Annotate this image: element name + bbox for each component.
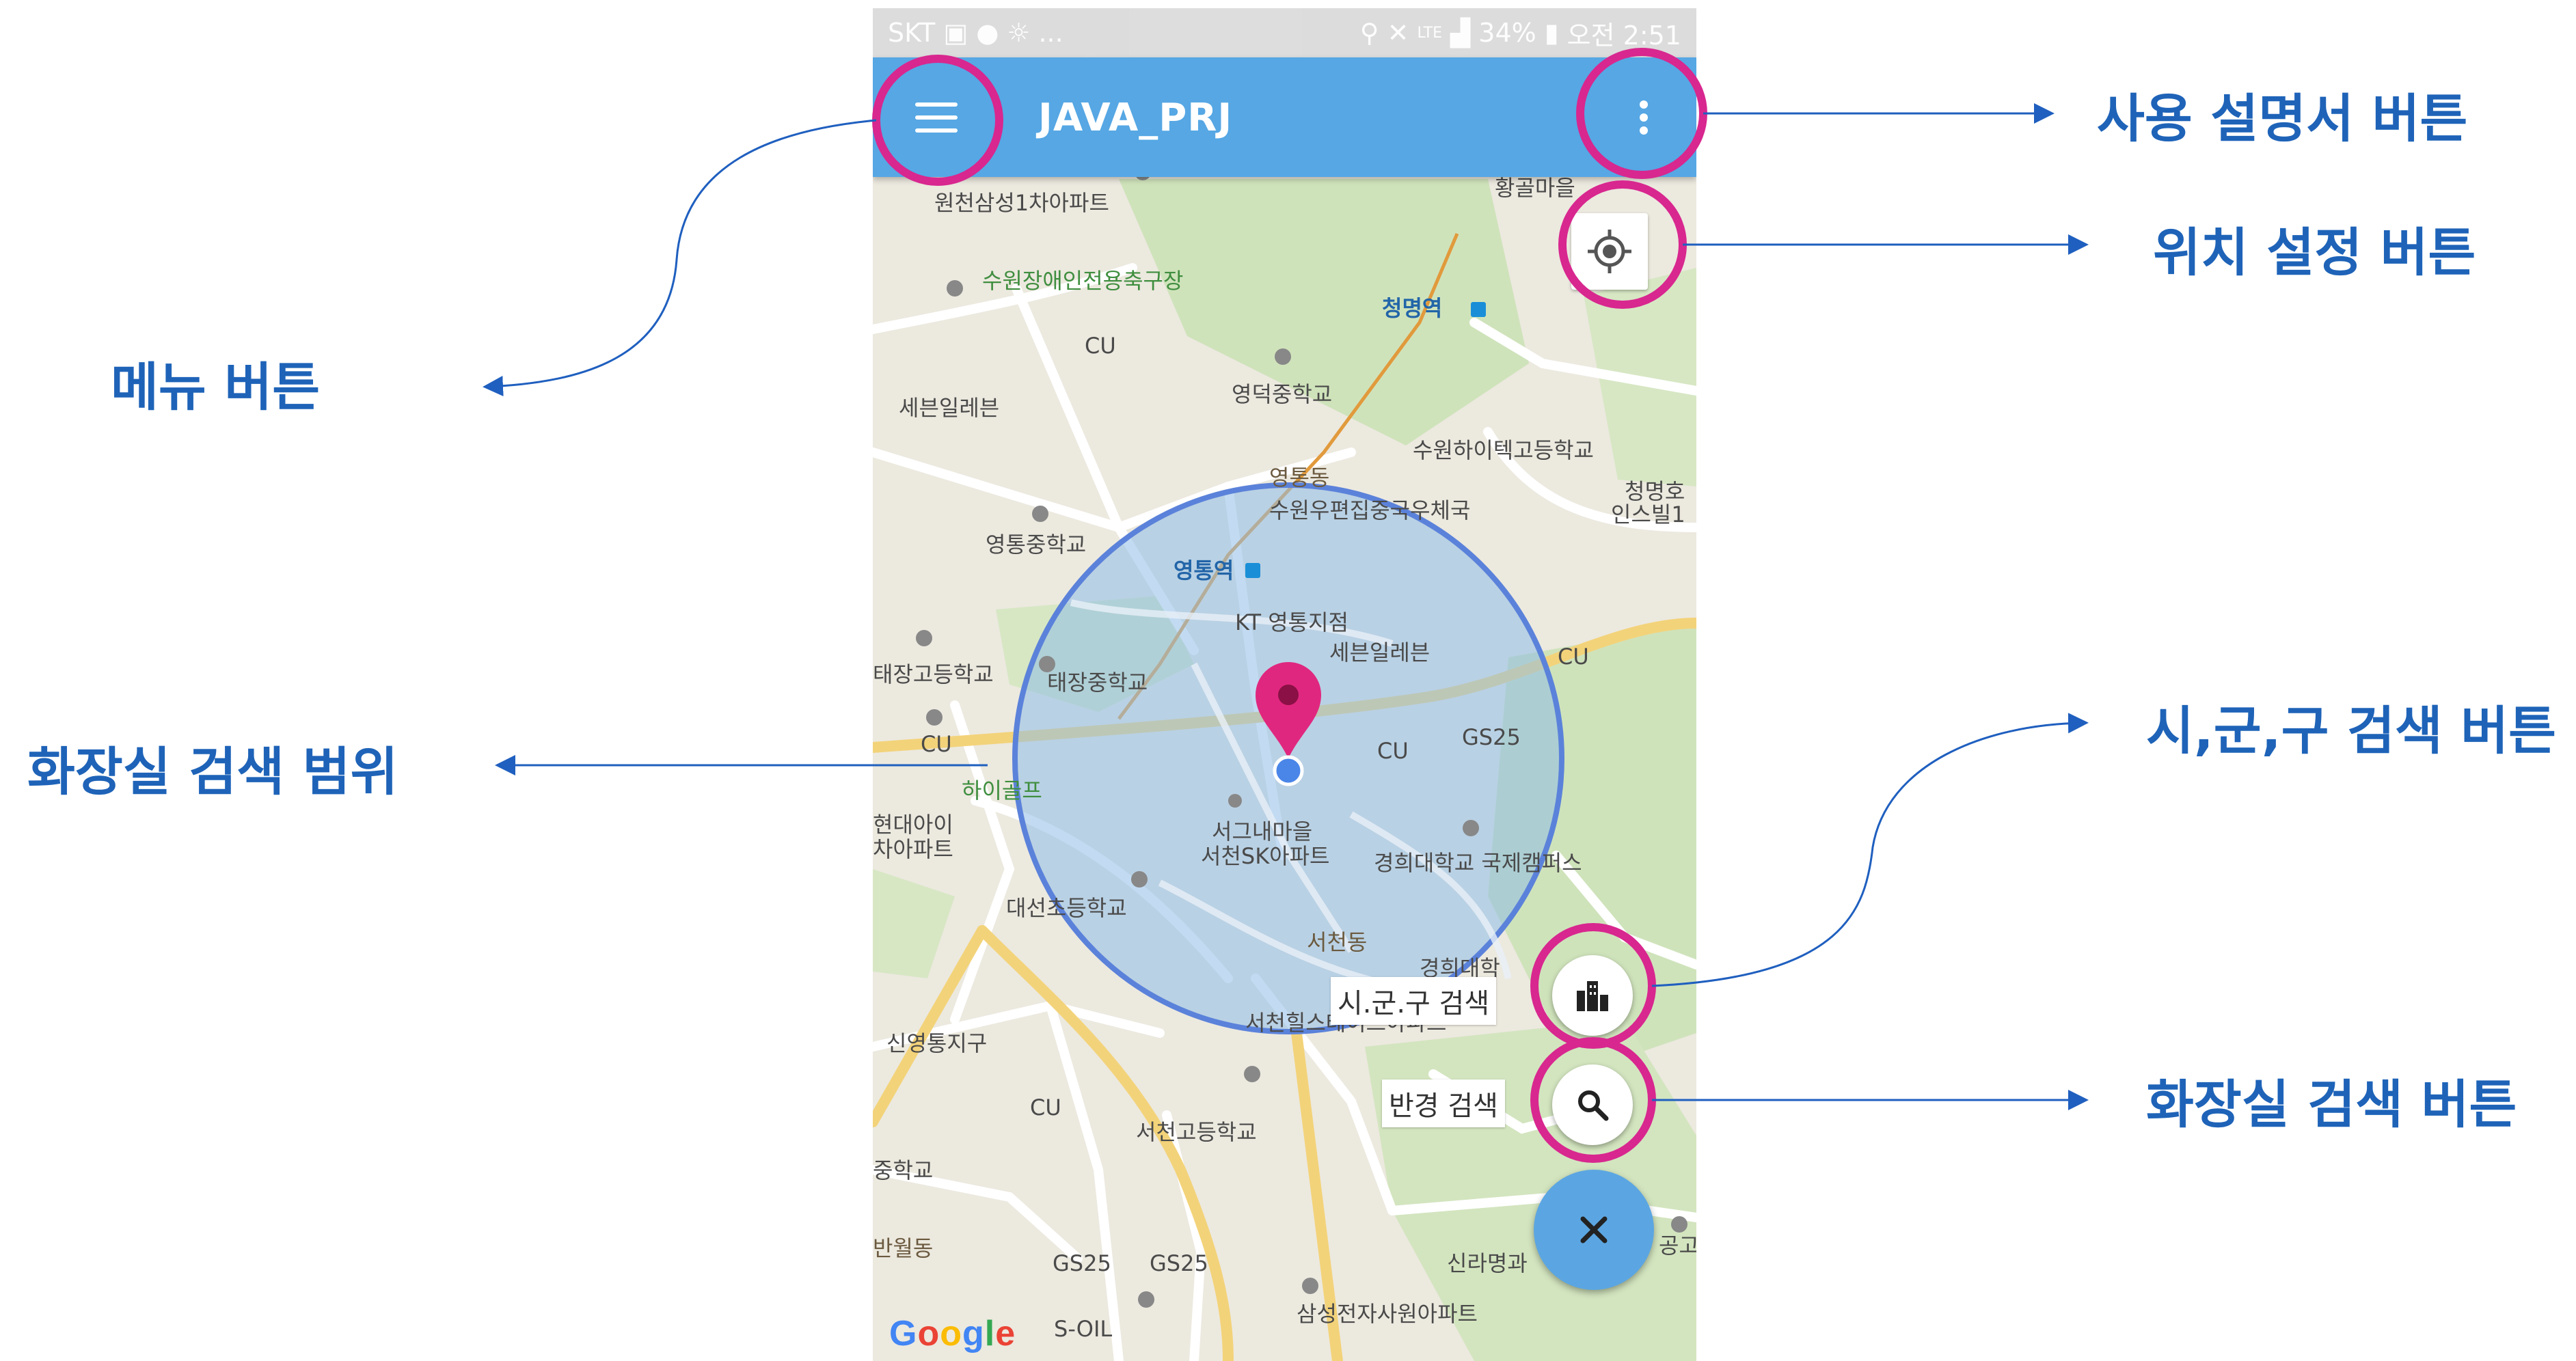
manual-highlight-ring xyxy=(1576,48,1707,179)
range-annotation: 화장실 검색 범위 xyxy=(27,741,398,802)
search-highlight-ring xyxy=(1530,1037,1656,1163)
menu-annotation: 메뉴 버튼 xyxy=(111,357,321,417)
annotation-overlay xyxy=(483,48,2089,1163)
manual-annotation: 사용 설명서 버튼 xyxy=(2097,88,2468,149)
menu-highlight-ring xyxy=(872,55,1003,186)
location-annotation: 위치 설정 버튼 xyxy=(2153,222,2476,283)
location-highlight-ring xyxy=(1558,180,1687,309)
toilet-search-annotation: 화장실 검색 버튼 xyxy=(2146,1074,2517,1135)
region-annotation: 시,군,구 검색 버튼 xyxy=(2146,700,2557,761)
region-arrow xyxy=(1651,713,2089,987)
menu-arrow xyxy=(483,119,877,397)
region-highlight-ring xyxy=(1530,923,1656,1049)
